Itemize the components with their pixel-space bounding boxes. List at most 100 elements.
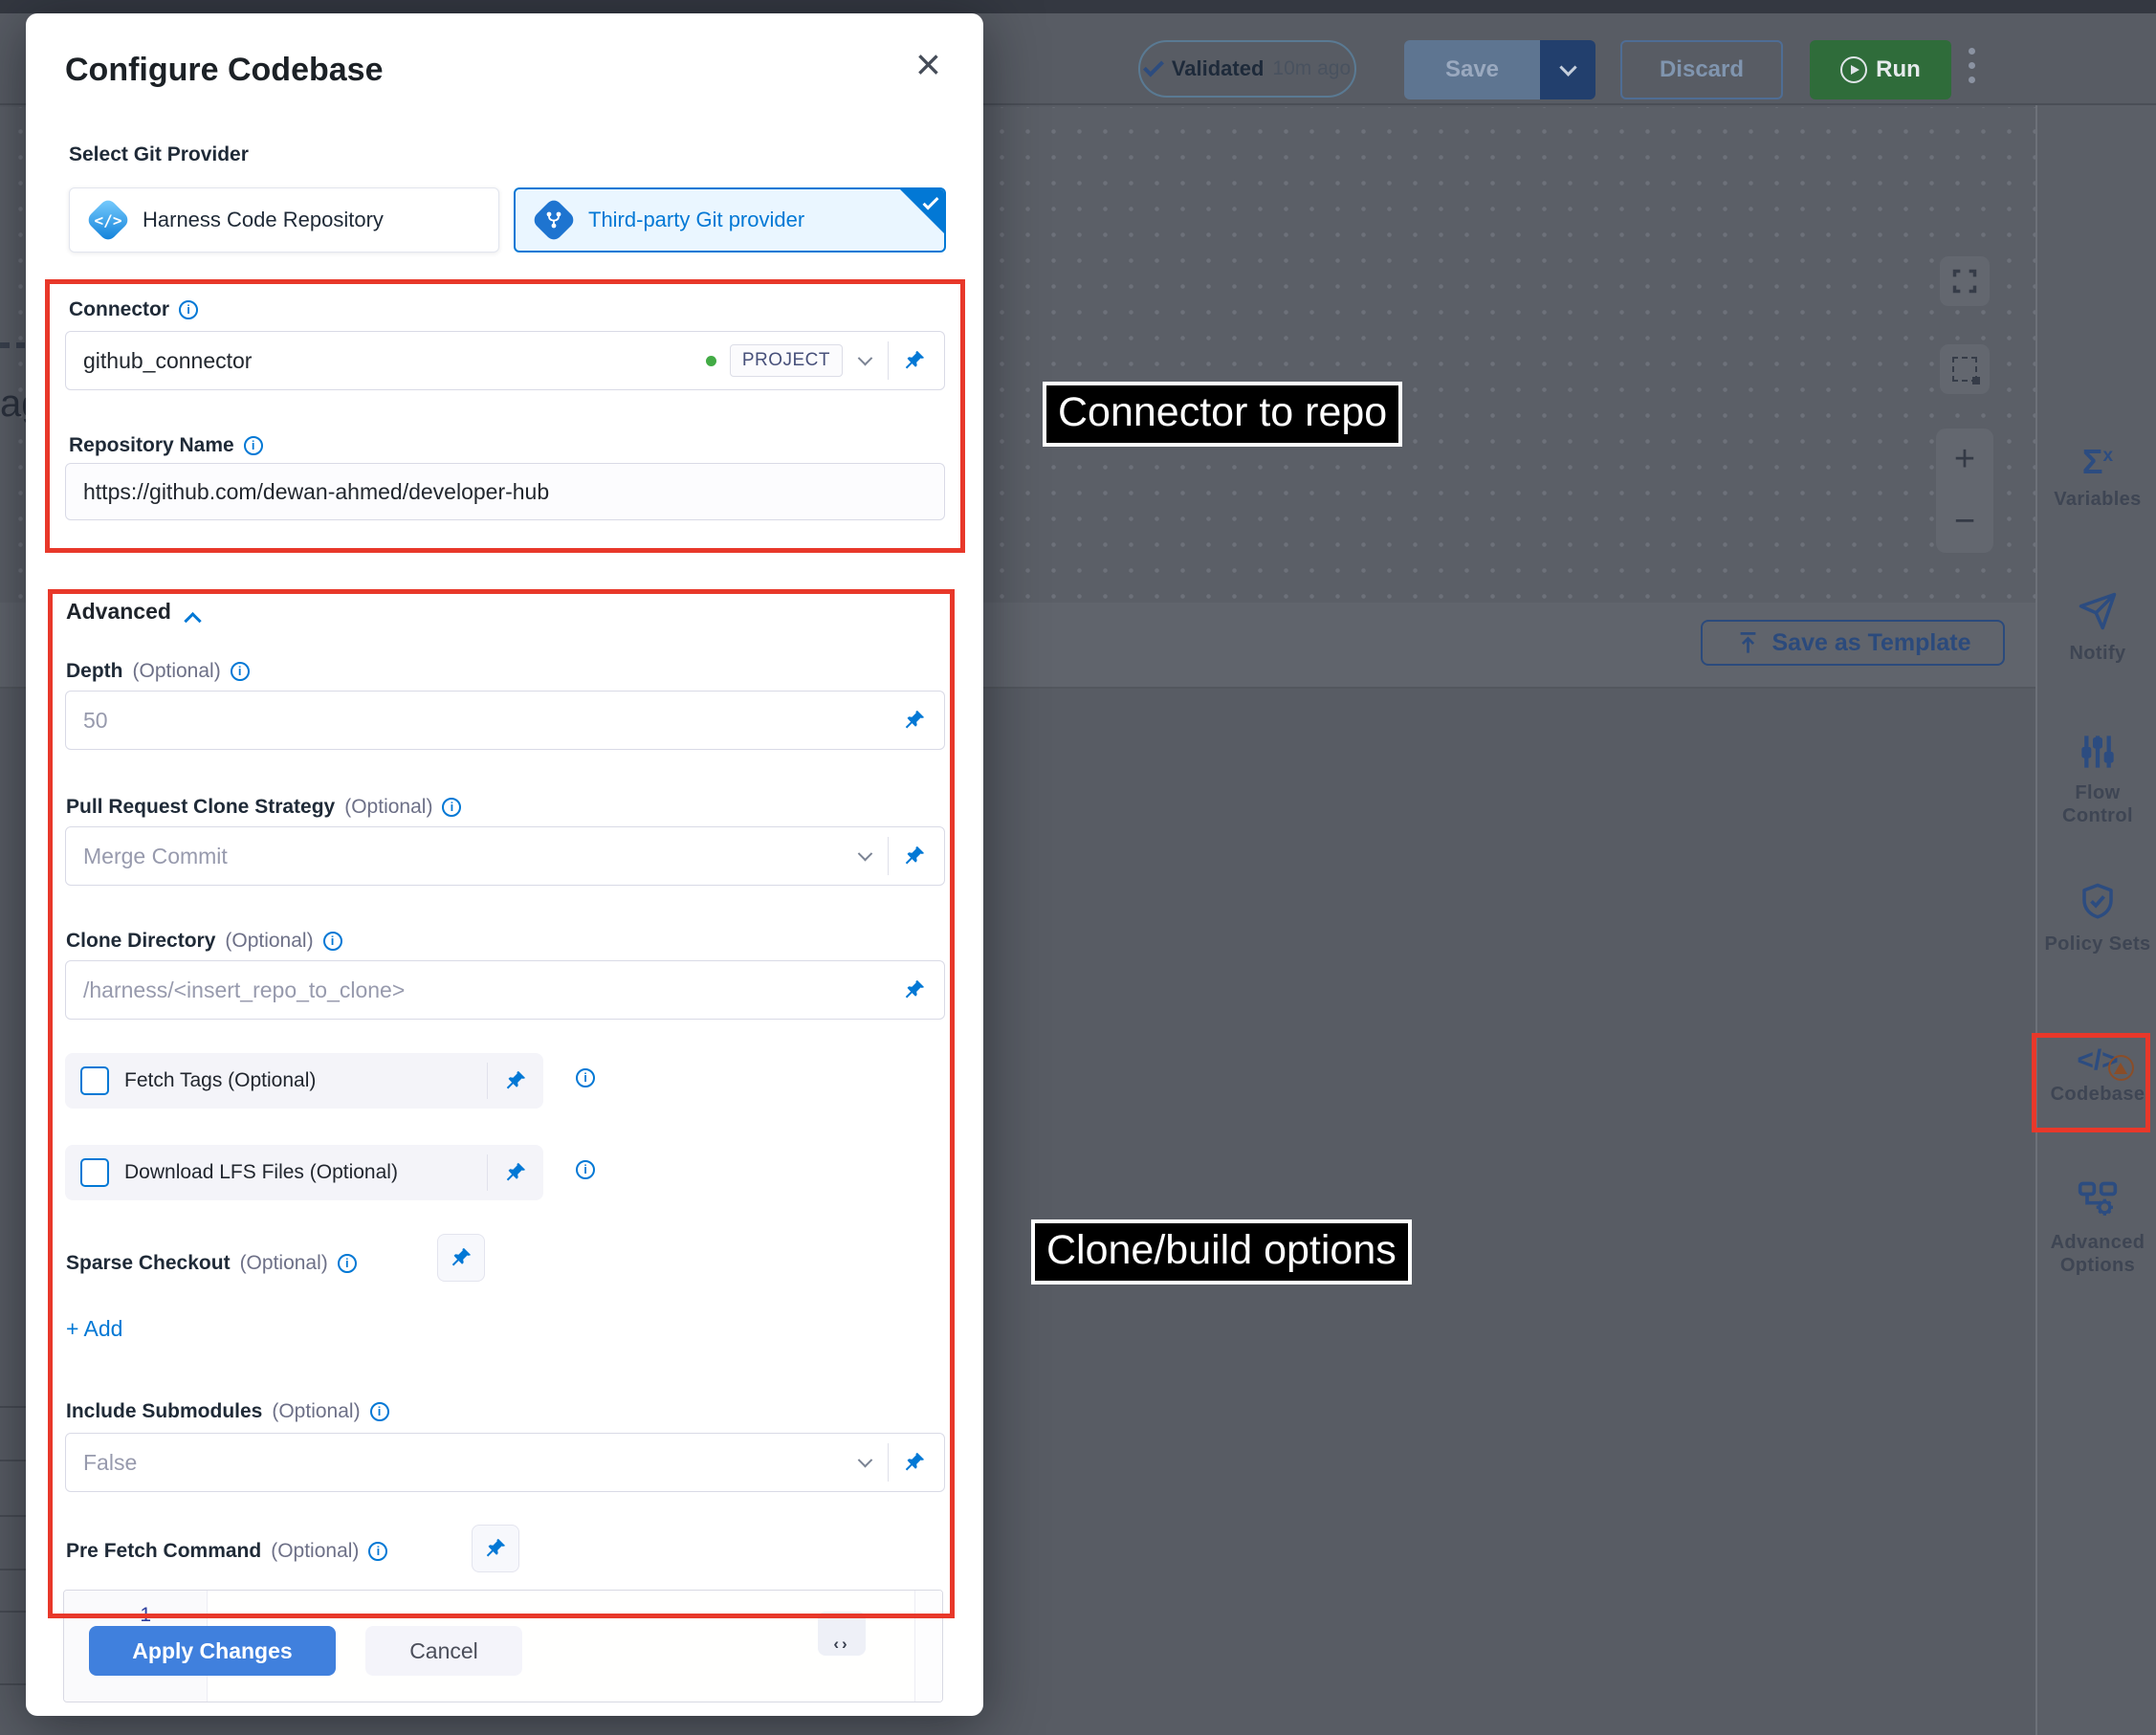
- run-button[interactable]: Run: [1810, 40, 1951, 99]
- depth-input[interactable]: 50: [65, 691, 945, 750]
- info-icon[interactable]: [576, 1160, 595, 1179]
- shield-check-icon: [2078, 882, 2118, 922]
- play-icon: [1840, 56, 1867, 83]
- add-link[interactable]: + Add: [66, 1316, 122, 1342]
- scope-badge: PROJECT: [730, 344, 843, 377]
- pr-clone-strategy-label-row: Pull Request Clone Strategy (Optional): [66, 796, 461, 819]
- fullscreen-button[interactable]: [1940, 256, 1990, 306]
- git-provider-icon: [533, 199, 575, 241]
- clone-directory-label-row: Clone Directory (Optional): [66, 930, 342, 953]
- info-icon[interactable]: [231, 662, 250, 681]
- fetch-tags-checkbox[interactable]: [80, 1066, 109, 1095]
- pin-icon[interactable]: [902, 977, 927, 1002]
- annotation-connector-to-repo: Connector to repo: [1043, 382, 1402, 447]
- git-provider-options: </> Harness Code Repository Third-party …: [69, 187, 946, 253]
- row-divider: [0, 1515, 27, 1517]
- repository-label-row: Repository Name: [69, 434, 263, 457]
- chevron-down-icon: [858, 1452, 873, 1467]
- info-icon[interactable]: [244, 436, 263, 455]
- row-divider: [0, 1460, 27, 1461]
- download-lfs-checkbox[interactable]: [80, 1158, 109, 1187]
- zoom-control[interactable]: + −: [1936, 428, 1993, 553]
- paper-plane-icon: [2078, 591, 2118, 631]
- save-as-template-button[interactable]: Save as Template: [1701, 620, 2005, 666]
- editor-scrollbar[interactable]: [914, 1591, 942, 1702]
- sidebar-item-advanced-options[interactable]: Advanced Options: [2037, 1178, 2156, 1277]
- pin-icon[interactable]: [902, 348, 927, 373]
- pin-icon[interactable]: [902, 844, 927, 868]
- pin-icon[interactable]: [503, 1160, 528, 1185]
- save-button[interactable]: Save: [1404, 40, 1540, 99]
- info-icon[interactable]: [368, 1542, 387, 1561]
- marquee-select-button[interactable]: [1940, 344, 1990, 394]
- sparse-checkout-pin-button[interactable]: [437, 1234, 485, 1282]
- discard-button[interactable]: Discard: [1620, 40, 1783, 99]
- connector-input[interactable]: github_connector PROJECT: [65, 331, 945, 390]
- save-dropdown-button[interactable]: [1540, 40, 1595, 99]
- connector-label-row: Connector: [69, 298, 198, 321]
- configure-codebase-modal: Configure Codebase × Select Git Provider…: [26, 13, 983, 1716]
- sidebar-item-notify[interactable]: Notify: [2037, 591, 2156, 665]
- validated-time: 10m ago: [1272, 57, 1351, 80]
- pin-icon[interactable]: [503, 1068, 528, 1093]
- connector-status-dot: [706, 356, 716, 366]
- chevron-down-icon[interactable]: [858, 350, 873, 365]
- window-top-strip: [0, 0, 2156, 13]
- info-icon[interactable]: [179, 300, 198, 319]
- advanced-header[interactable]: Advanced: [66, 599, 199, 625]
- chevron-down-icon: [858, 846, 873, 861]
- sidebar-item-policy-sets[interactable]: Policy Sets: [2037, 882, 2156, 955]
- zoom-in-button[interactable]: +: [1936, 428, 1993, 491]
- upload-icon: [1735, 630, 1761, 656]
- annotation-clone-build-options: Clone/build options: [1031, 1219, 1412, 1285]
- run-label: Run: [1876, 56, 1921, 83]
- close-icon[interactable]: ×: [915, 42, 941, 86]
- info-icon[interactable]: [576, 1068, 595, 1087]
- pin-icon[interactable]: [902, 708, 927, 733]
- info-icon[interactable]: [323, 932, 342, 951]
- zoom-out-button[interactable]: −: [1936, 491, 1993, 553]
- download-lfs-row: Download LFS Files (Optional): [65, 1145, 543, 1200]
- cancel-button[interactable]: Cancel: [365, 1626, 522, 1676]
- repository-name-label: Repository Name: [69, 434, 234, 457]
- editor-line-number: 1: [140, 1604, 151, 1627]
- pipeline-right-sidebar: Σx Variables Notify Flow Control Policy …: [2035, 105, 2156, 1735]
- chevron-down-icon: [1559, 58, 1576, 76]
- variables-sigma-icon: Σx: [2082, 442, 2113, 481]
- repository-name-input[interactable]: https://github.com/dewan-ahmed/developer…: [65, 463, 945, 520]
- check-icon: [1143, 55, 1164, 77]
- selected-corner: [900, 189, 944, 233]
- annotation-rect-codebase: [2032, 1033, 2150, 1132]
- sidebar-item-variables[interactable]: Σx Variables: [2037, 442, 2156, 511]
- marquee-icon: [1952, 357, 1977, 382]
- apply-changes-button[interactable]: Apply Changes: [89, 1626, 336, 1676]
- clone-directory-input[interactable]: /harness/<insert_repo_to_clone>: [65, 960, 945, 1020]
- info-icon[interactable]: [442, 798, 461, 817]
- provider-option-thirdparty[interactable]: Third-party Git provider: [514, 187, 946, 253]
- info-icon[interactable]: [338, 1254, 357, 1273]
- row-divider: [0, 1611, 27, 1613]
- divider: [888, 341, 889, 380]
- row-divider: [0, 1569, 27, 1570]
- info-icon[interactable]: [370, 1402, 389, 1421]
- sliders-icon: [2079, 733, 2117, 771]
- validated-label: Validated: [1172, 56, 1265, 81]
- canvas-edge-dashes: [0, 342, 25, 348]
- provider-option-harness[interactable]: </> Harness Code Repository: [69, 187, 499, 253]
- modal-title: Configure Codebase: [65, 52, 383, 89]
- pin-icon: [483, 1536, 508, 1561]
- pre-fetch-command-label-row: Pre Fetch Command (Optional): [66, 1540, 387, 1563]
- more-options-kebab-icon[interactable]: [1969, 48, 1975, 55]
- editor-expand-button[interactable]: [818, 1612, 866, 1656]
- pr-clone-strategy-select[interactable]: Merge Commit: [65, 826, 945, 886]
- validated-status-pill[interactable]: Validated 10m ago: [1138, 40, 1356, 98]
- pin-icon[interactable]: [902, 1450, 927, 1475]
- row-divider: [0, 1406, 27, 1408]
- divider: [888, 837, 889, 875]
- include-submodules-select[interactable]: False: [65, 1433, 945, 1492]
- pre-fetch-pin-button[interactable]: [472, 1525, 519, 1572]
- divider: [487, 1154, 488, 1191]
- row-divider: [0, 1683, 27, 1685]
- pin-icon: [449, 1245, 473, 1270]
- sidebar-item-flow-control[interactable]: Flow Control: [2037, 733, 2156, 827]
